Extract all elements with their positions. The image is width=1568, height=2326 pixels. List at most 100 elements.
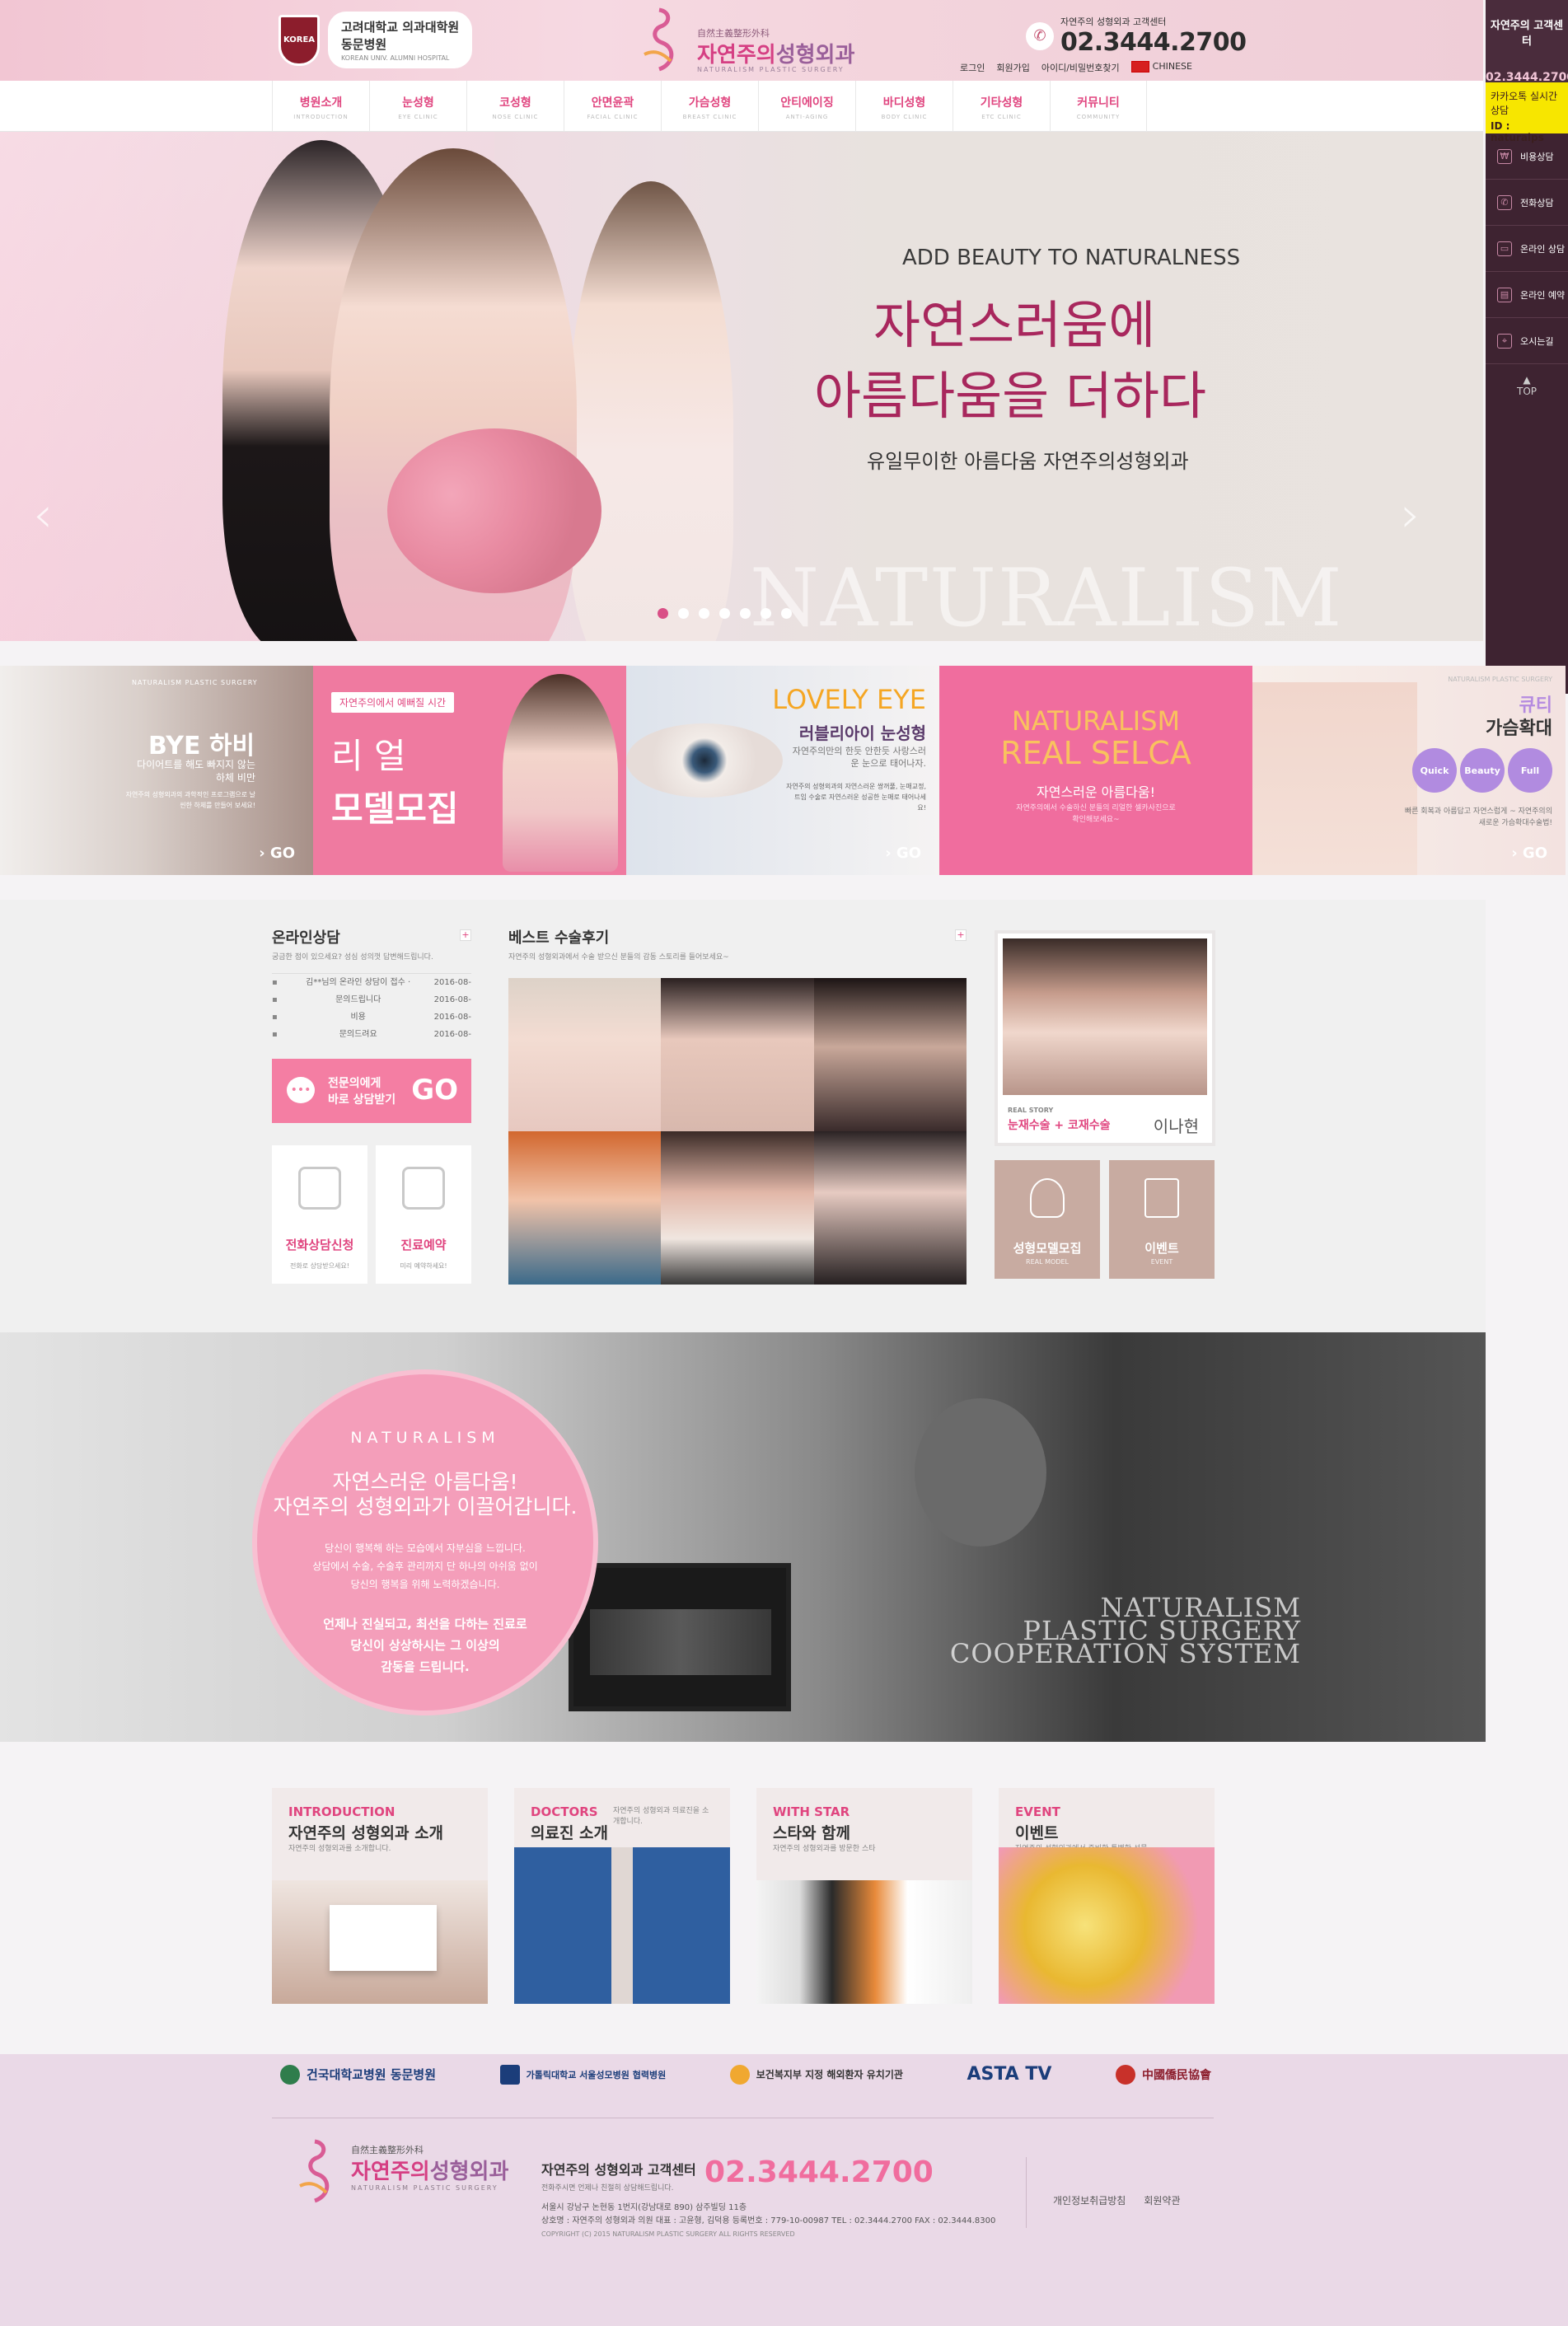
slide-dot[interactable]: [740, 608, 751, 619]
footer-phone[interactable]: 02.3444.2700: [704, 2155, 934, 2189]
sidebar-item-online-reserve[interactable]: ▤ 온라인 예약: [1486, 272, 1568, 318]
hero-model-right: [569, 181, 733, 641]
reservation-card[interactable]: 진료예약 미리 예약하세요!: [376, 1145, 471, 1284]
partner-chinese-assoc[interactable]: 中國僑民協會: [1115, 2064, 1211, 2085]
join-link[interactable]: 회원가입: [996, 61, 1029, 74]
nav-item-antiaging[interactable]: 안티에이징 ANTI-AGING: [758, 81, 855, 132]
header-phone[interactable]: ✆ 자연주의 성형외과 고객센터 02.3444.2700: [1026, 15, 1247, 57]
phone-consult-card[interactable]: 전화상담신청 전화로 상담받으세요!: [272, 1145, 367, 1284]
sidebar-kakao[interactable]: 카카오톡 실시간 상담 ID : naturalps: [1486, 82, 1568, 143]
review-photo[interactable]: [661, 1131, 814, 1285]
login-link[interactable]: 로그인: [960, 61, 985, 74]
slide-dot[interactable]: [781, 608, 792, 619]
sidebar-header: 자연주의 고객센터 02.3444.2700: [1486, 0, 1568, 84]
find-account-link[interactable]: 아이디/비밀번호찾기: [1041, 61, 1120, 74]
hero-pagination: [658, 608, 792, 619]
list-item-text: 문의드립니다: [335, 995, 381, 1004]
banner-real-model[interactable]: 자연주의에서 예뻐질 시간 리 얼 모델모집: [313, 666, 626, 875]
slide-dot[interactable]: [719, 608, 730, 619]
nav-item-body[interactable]: 바디성형 BODY CLINIC: [855, 81, 953, 132]
slide-dot[interactable]: [699, 608, 709, 619]
top-button[interactable]: ▲ TOP: [1486, 364, 1568, 397]
footer: [0, 2054, 1568, 2326]
banner-go-button[interactable]: › GO: [259, 845, 295, 862]
banner-sub: 자연주의 성형외과의 자연스러운 쌍꺼풀, 눈매교정, 트임 수술로 자연스러운…: [786, 783, 926, 812]
reviews-more-icon[interactable]: +: [955, 929, 967, 941]
model-recruit-tile[interactable]: 성형모델모집 REAL MODEL: [995, 1160, 1100, 1279]
banner-desc: 빠른 회복과 아름답고 자연스럽게 ~ 자연주의의 새로운 가슴확대수술법!: [1404, 807, 1552, 827]
partner-asta[interactable]: ASTA TV: [967, 2064, 1051, 2085]
consult-go-button[interactable]: ••• 전문의에게 바로 상담받기 GO: [272, 1059, 471, 1123]
banner-cutie-breast[interactable]: NATURALISM PLASTIC SURGERY 큐티 가슴확대 Quick…: [1252, 666, 1566, 875]
pill-quick: Quick: [1412, 748, 1457, 793]
business-card-image: [330, 1905, 437, 1971]
hero-next-arrow-icon[interactable]: ›: [1401, 486, 1421, 544]
with-star-card[interactable]: WITH STAR 스타와 함께 자연주의 성형외과를 방문한 스타: [756, 1788, 972, 2004]
footer-logo-name-b: 성형외과: [429, 2160, 509, 2184]
sidebar-item-location[interactable]: ⌖ 오시는길: [1486, 318, 1568, 364]
banner-title-en: LOVELY EYE: [772, 684, 926, 715]
event-card[interactable]: EVENT 이벤트 자연주의 성형외과에서 준비한 특별한 선물: [999, 1788, 1215, 2004]
review-photo[interactable]: [508, 1131, 662, 1285]
list-item[interactable]: 문의드려요 2016-08-: [272, 1026, 471, 1043]
brand-en: NATURALISM PLASTIC SURGERY: [697, 66, 845, 73]
review-photo[interactable]: [661, 978, 814, 1131]
list-item-date: 2016-08-: [433, 1013, 471, 1022]
hero-bg-word: NATURALISM: [750, 552, 1344, 644]
circle-title-1: 자연스러운 아름다움!: [332, 1470, 518, 1494]
sidebar-phone[interactable]: 02.3444.2700: [1486, 71, 1568, 84]
nav-item-nose[interactable]: 코성형 NOSE CLINIC: [466, 81, 564, 132]
nav-item-eye[interactable]: 눈성형 EYE CLINIC: [369, 81, 466, 132]
banner-go-button[interactable]: › GO: [885, 845, 921, 862]
best-reviews: 베스트 수술후기 + 자연주의 성형외과에서 수술 받으신 분들의 감동 스토리…: [508, 926, 967, 962]
card-en: EVENT: [1015, 1804, 1060, 1819]
terms-link[interactable]: 회원약관: [1144, 2193, 1180, 2207]
sidebar-item-online-consult[interactable]: ▭ 온라인 상담: [1486, 226, 1568, 272]
nav-item-facial[interactable]: 안면윤곽 FACIAL CLINIC: [564, 81, 661, 132]
partner-ministry[interactable]: 보건복지부 지정 해외환자 유치기관: [729, 2064, 903, 2085]
nav-item-etc[interactable]: 기타성형 ETC CLINIC: [953, 81, 1050, 132]
consult-more-icon[interactable]: +: [460, 929, 471, 941]
chinese-link[interactable]: CHINESE: [1130, 61, 1192, 74]
banner-lovely-eye[interactable]: LOVELY EYE 러블리아이 눈성형 자연주의만의 한듯 안한듯 사랑스러운…: [626, 666, 939, 875]
list-item[interactable]: 김**님의 온라인 상담이 접수 · 2016-08-: [272, 974, 471, 991]
university-logo[interactable]: KOREA 고려대학교 의과대학원 동문병원 KOREAN UNIV. ALUM…: [278, 12, 473, 68]
real-story-card[interactable]: REAL STORY 눈재수술 + 코재수술 이나현: [995, 930, 1215, 1146]
banner-title-en-1: NATURALISM: [1011, 705, 1181, 737]
circle-bold-2: 당신이 상상하시는 그 이상의: [350, 1638, 500, 1653]
slide-dot[interactable]: [761, 608, 771, 619]
review-photo[interactable]: [813, 1131, 967, 1285]
sidebar-item-phone[interactable]: ✆ 전화상담: [1486, 180, 1568, 226]
brand-logo[interactable]: 自然主義整形外科 자연주의성형외과 NATURALISM PLASTIC SUR…: [643, 5, 857, 76]
sidebar-item-label: 비용상담: [1520, 151, 1554, 162]
partner-konkuk[interactable]: 건국대학교병원 동문병원: [280, 2064, 436, 2085]
review-photo[interactable]: [508, 978, 662, 1131]
intro-card[interactable]: INTRODUCTION 자연주의 성형외과 소개 자연주의 성형외과를 소개합…: [272, 1788, 488, 2004]
hero-prev-arrow-icon[interactable]: ‹: [33, 486, 53, 544]
go-text-2: 바로 상담받기: [328, 1093, 396, 1107]
banner-go-button[interactable]: › GO: [1511, 845, 1547, 862]
doctors-card[interactable]: DOCTORS 의료진 소개 자연주의 성형외과 의료진을 소개합니다.: [514, 1788, 730, 2004]
circle-desc-2: 상담에서 수술, 수술후 관리까지 단 하나의 아쉬움 없이: [312, 1561, 538, 1572]
event-tile[interactable]: 이벤트 EVENT: [1109, 1160, 1215, 1279]
review-photo[interactable]: [813, 978, 967, 1131]
footer-logo-name-a: 자연주의: [351, 2160, 430, 2184]
banner-bye-habi[interactable]: NATURALISM PLASTIC SURGERY BYE 하비 다이어트를 …: [0, 666, 313, 875]
banner-real-selca[interactable]: NATURALISM REAL SELCA 자연스러운 아름다움! 자연주의에서…: [939, 666, 1252, 875]
footer-center: 자연주의 성형외과 고객센터 전화주시면 언제나 친절히 상담해드립니다.: [541, 2159, 696, 2193]
partner-catholic[interactable]: 가톨릭대학교 서울성모병원 협력병원: [499, 2064, 666, 2085]
privacy-link[interactable]: 개인정보취급방침: [1053, 2193, 1126, 2207]
slide-dot[interactable]: [658, 608, 668, 619]
banner-sub: 자연주의 성형외과의 과학적인 프로그램으로 날씬한 하체를 만들어 보세요!: [125, 791, 255, 809]
nav-sub: EYE CLINIC: [398, 114, 438, 120]
slide-dot[interactable]: [678, 608, 689, 619]
list-item[interactable]: 비용 2016-08-: [272, 1009, 471, 1026]
nav-item-community[interactable]: 커뮤니티 COMMUNITY: [1050, 81, 1147, 132]
nav-item-breast[interactable]: 가슴성형 BREAST CLINIC: [661, 81, 758, 132]
card-desc: 자연주의 성형외과를 방문한 스타: [773, 1845, 876, 1853]
nav-item-intro[interactable]: 병원소개 INTRODUCTION: [272, 81, 369, 132]
banner-go-label: GO: [896, 845, 921, 862]
list-item[interactable]: 문의드립니다 2016-08-: [272, 991, 471, 1009]
real-story-photo: [1003, 938, 1207, 1095]
card-ko: 이벤트: [1015, 1824, 1059, 1842]
